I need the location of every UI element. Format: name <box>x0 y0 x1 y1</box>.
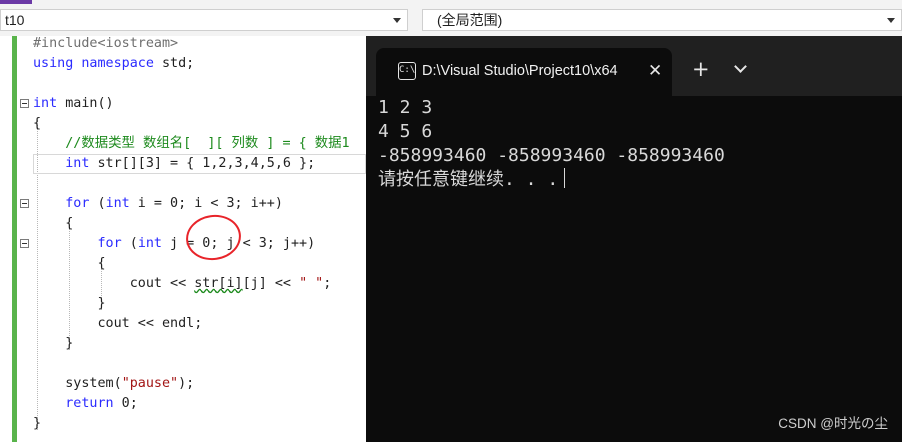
terminal-output-line: 4 5 6 <box>378 121 433 142</box>
code-editor[interactable]: #include<iostream> using namespace std; … <box>0 36 366 442</box>
terminal-icon: C:\ <box>398 62 416 80</box>
project-dropdown[interactable]: t10 <box>0 9 408 31</box>
active-tab-indicator <box>0 0 32 4</box>
scope-dropdown-value: (全局范围) <box>437 12 503 28</box>
change-tracking-bar <box>12 36 17 442</box>
terminal-window[interactable]: C:\ D:\Visual Studio\Project10\x64 ✕ + 1… <box>366 36 902 442</box>
fold-toggle-icon[interactable] <box>20 239 29 248</box>
scope-dropdown[interactable]: (全局范围) <box>422 9 902 31</box>
fold-toggle-icon[interactable] <box>20 99 29 108</box>
project-dropdown-value: t10 <box>5 12 25 28</box>
code-line: //数据类型 数组名[ ][ 列数 ] = { 数据1 <box>65 136 350 151</box>
close-icon[interactable]: ✕ <box>648 60 662 82</box>
code-line: using namespace std; <box>33 56 195 71</box>
dropdown-arrow-icon <box>393 18 401 23</box>
terminal-output-line: -858993460 -858993460 -858993460 <box>378 145 725 166</box>
code-line: } <box>33 416 42 431</box>
pause-prompt-text: 请按任意键继续. . . <box>378 169 559 190</box>
code-line: for (int j = 0; j < 3; j++) <box>97 236 316 251</box>
code-line: system("pause"); <box>33 376 195 391</box>
code-line: return 0; <box>65 396 138 411</box>
code-line: { <box>33 116 42 131</box>
editor-toolbar: t10 (全局范围) <box>0 0 902 37</box>
code-line: #include<iostream> <box>33 36 179 51</box>
code-line: int main() <box>33 96 114 111</box>
code-line: } <box>33 296 106 311</box>
terminal-prompt-line: 请按任意键继续. . . <box>378 168 566 192</box>
terminal-tab[interactable]: C:\ D:\Visual Studio\Project10\x64 ✕ <box>376 48 672 96</box>
dropdown-arrow-icon <box>887 18 895 23</box>
code-line: { <box>33 256 106 271</box>
text-cursor <box>564 168 566 188</box>
terminal-output-line: 1 2 3 <box>378 97 433 118</box>
code-line: int str[][3] = { 1,2,3,4,5,6 }; <box>65 156 316 171</box>
code-line: } <box>33 336 74 351</box>
terminal-tab-title: D:\Visual Studio\Project10\x64 <box>422 63 618 79</box>
chevron-down-icon[interactable] <box>734 60 747 73</box>
new-tab-button[interactable]: + <box>692 58 710 80</box>
terminal-tab-bar: C:\ D:\Visual Studio\Project10\x64 ✕ + <box>366 36 902 96</box>
code-line: cout << endl; <box>33 316 203 331</box>
code-line: { <box>33 216 74 231</box>
annotation-circle <box>183 211 244 264</box>
watermark-text: CSDN @时光の尘 <box>778 416 888 431</box>
code-line: cout << str[i][j] << " "; <box>33 276 332 291</box>
code-line: for (int i = 0; i < 3; i++) <box>65 196 283 211</box>
fold-toggle-icon[interactable] <box>20 199 29 208</box>
